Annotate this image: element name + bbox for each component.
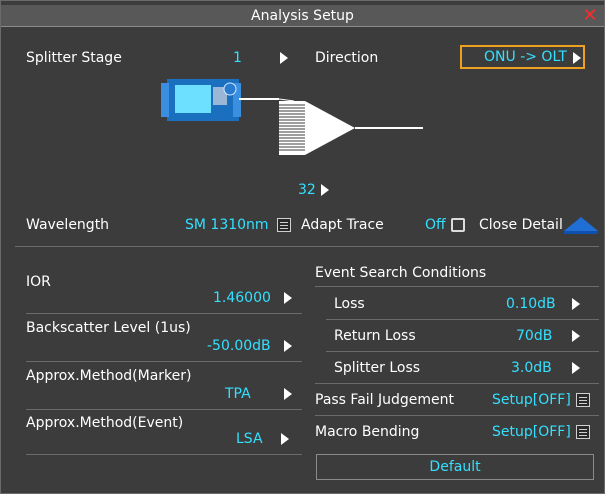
approx-marker-label: Approx.Method(Marker)	[26, 368, 192, 384]
adapt-trace-checkbox-icon[interactable]	[451, 218, 465, 232]
direction-value: ONU -> OLT	[484, 49, 567, 65]
return-loss-value[interactable]: 70dB	[516, 327, 552, 345]
title-bar: Analysis Setup ✕	[1, 5, 604, 27]
default-button[interactable]: Default	[316, 454, 594, 480]
direction-arrow-icon	[573, 52, 581, 64]
loss-label: Loss	[334, 296, 365, 312]
window-title: Analysis Setup	[251, 8, 354, 24]
splitter-loss-label: Splitter Loss	[334, 360, 421, 376]
direction-selector[interactable]: ONU -> OLT	[460, 45, 585, 69]
splitter-stage-value[interactable]: 1	[233, 49, 242, 67]
pass-fail-list-icon[interactable]	[576, 393, 590, 407]
splitter-loss-arrow-icon[interactable]	[572, 362, 580, 374]
macro-bending-list-icon[interactable]	[576, 425, 590, 439]
backscatter-arrow-icon[interactable]	[284, 340, 292, 352]
approx-marker-arrow-icon[interactable]	[284, 388, 292, 400]
return-loss-label: Return Loss	[334, 328, 416, 344]
splitter-loss-value[interactable]: 3.0dB	[511, 359, 552, 377]
ior-divider	[26, 313, 302, 314]
backscatter-label: Backscatter Level (1us)	[26, 320, 191, 336]
backscatter-value[interactable]: -50.00dB	[207, 337, 271, 355]
section-divider	[15, 246, 599, 247]
wavelength-list-icon[interactable]	[277, 218, 291, 232]
collapse-triangle-base	[564, 231, 598, 234]
splitter-icon	[278, 98, 423, 155]
wavelength-value[interactable]: SM 1310nm	[185, 216, 269, 234]
return-loss-arrow-icon[interactable]	[572, 330, 580, 342]
pass-fail-label: Pass Fail Judgement	[315, 392, 455, 408]
close-icon[interactable]: ✕	[580, 6, 600, 26]
splitter-ratio-arrow-icon[interactable]	[321, 184, 329, 196]
loss-divider	[326, 319, 599, 320]
wavelength-label: Wavelength	[26, 217, 110, 233]
backscatter-divider	[26, 361, 302, 362]
adapt-trace-label: Adapt Trace	[301, 217, 384, 233]
loss-arrow-icon[interactable]	[572, 298, 580, 310]
ior-value[interactable]: 1.46000	[213, 289, 271, 307]
splitter-stage-arrow-icon[interactable]	[280, 52, 288, 64]
approx-event-label: Approx.Method(Event)	[26, 415, 184, 431]
loss-value[interactable]: 0.10dB	[506, 295, 556, 313]
splitter-diagram	[161, 79, 423, 155]
macro-bending-value[interactable]: Setup[OFF]	[492, 423, 571, 441]
approx-marker-value[interactable]: TPA	[225, 385, 251, 403]
approx-event-value[interactable]: LSA	[236, 430, 263, 448]
event-search-title: Event Search Conditions	[315, 265, 487, 281]
adapt-trace-value[interactable]: Off	[425, 216, 446, 234]
otdr-device-icon	[161, 79, 241, 121]
collapse-triangle-icon[interactable]	[564, 217, 598, 231]
ior-arrow-icon[interactable]	[284, 292, 292, 304]
direction-label: Direction	[315, 50, 379, 66]
return-loss-divider	[326, 351, 599, 352]
pass-fail-divider	[315, 415, 599, 416]
splitter-loss-divider	[315, 383, 599, 384]
approx-event-divider	[26, 454, 302, 455]
splitter-ratio-value[interactable]: 32	[298, 181, 316, 199]
macro-bending-label: Macro Bending	[315, 424, 420, 440]
pass-fail-value[interactable]: Setup[OFF]	[492, 391, 571, 409]
event-search-divider	[315, 286, 599, 287]
analysis-setup-dialog: Analysis Setup ✕ Splitter Stage 1 Direct…	[0, 0, 605, 494]
close-detail-label[interactable]: Close Detail	[479, 216, 563, 234]
approx-event-arrow-icon[interactable]	[281, 433, 289, 445]
approx-marker-divider	[26, 409, 302, 410]
splitter-stage-label: Splitter Stage	[26, 50, 122, 66]
ior-label: IOR	[26, 274, 51, 290]
